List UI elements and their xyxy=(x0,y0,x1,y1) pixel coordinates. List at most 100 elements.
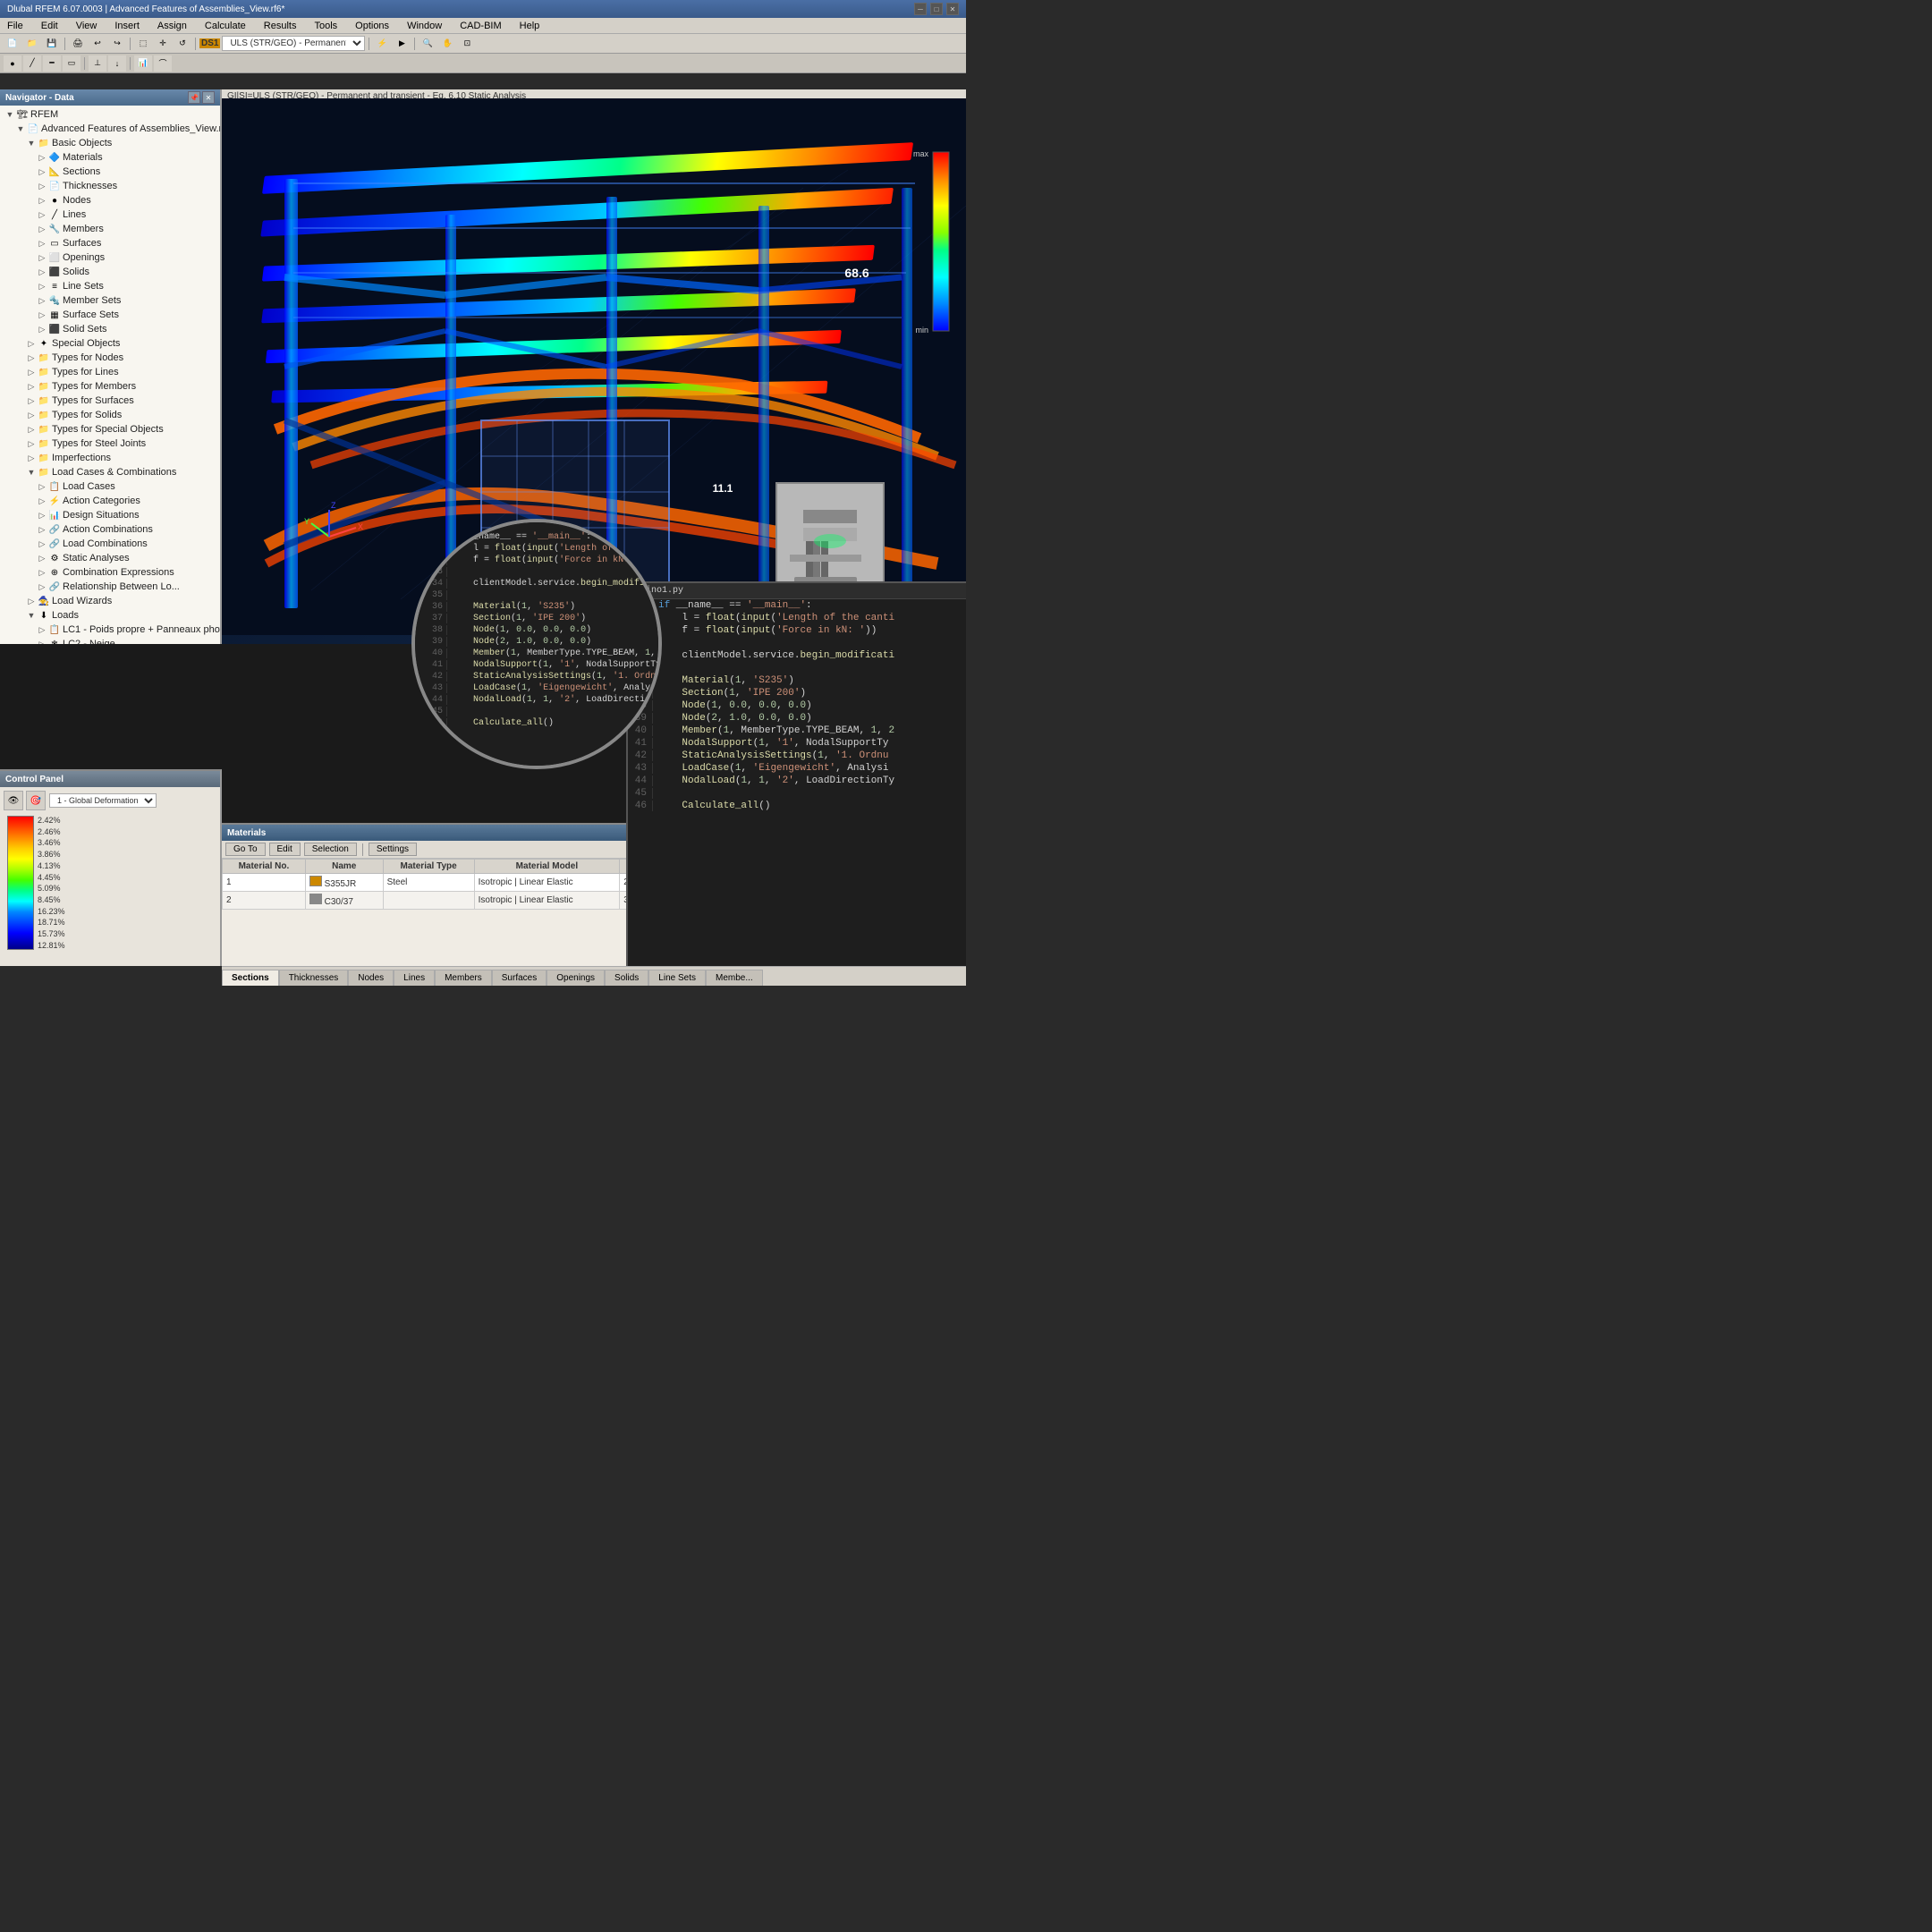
tree-static-anal[interactable]: ▷ ⚙ Static Analyses xyxy=(0,551,220,565)
select-btn[interactable]: ⬚ xyxy=(134,36,152,52)
toggle-lines[interactable]: ▷ xyxy=(36,208,48,221)
fit-btn[interactable]: ⊡ xyxy=(458,36,476,52)
menu-assign[interactable]: Assign xyxy=(154,19,191,33)
load-btn[interactable]: ↓ xyxy=(108,55,126,72)
tree-load-wizards[interactable]: ▷ 🧙 Load Wizards xyxy=(0,594,220,608)
tree-action-cat[interactable]: ▷ ⚡ Action Categories xyxy=(0,494,220,508)
open-btn[interactable]: 📁 xyxy=(23,36,41,52)
toggle-lc[interactable]: ▷ xyxy=(36,480,48,493)
run-btn[interactable]: ▶ xyxy=(393,36,411,52)
tree-solids[interactable]: ▷ ⬛ Solids xyxy=(0,265,220,279)
node-btn[interactable]: ● xyxy=(4,55,21,72)
toggle-basic[interactable]: ▼ xyxy=(25,137,38,149)
toggle-action-cat[interactable]: ▷ xyxy=(36,495,48,507)
toggle-load-cases[interactable]: ▼ xyxy=(25,466,38,479)
move-btn[interactable]: ✛ xyxy=(154,36,172,52)
undo-btn[interactable]: ↩ xyxy=(89,36,106,52)
toggle-rfem[interactable]: ▼ xyxy=(4,108,16,121)
toggle-line-sets[interactable]: ▷ xyxy=(36,280,48,292)
menu-view[interactable]: View xyxy=(72,19,101,33)
menu-window[interactable]: Window xyxy=(403,19,445,33)
tab-members[interactable]: Members xyxy=(435,970,492,986)
tree-basic-objects[interactable]: ▼ 📁 Basic Objects xyxy=(0,136,220,150)
toggle-surfaces[interactable]: ▷ xyxy=(36,237,48,250)
tree-lc1[interactable]: ▷ 📋 LC1 - Poids propre + Panneaux photo. xyxy=(0,623,220,637)
minimize-button[interactable]: ─ xyxy=(914,3,927,15)
calc-all-btn[interactable]: ⚡ xyxy=(373,36,391,52)
surface-btn[interactable]: ▭ xyxy=(63,55,80,72)
tree-types-solids[interactable]: ▷ 📁 Types for Solids xyxy=(0,408,220,422)
toggle-design-sit[interactable]: ▷ xyxy=(36,509,48,521)
tree-surfaces[interactable]: ▷ ▭ Surfaces xyxy=(0,236,220,250)
nav-close-btn[interactable]: ✕ xyxy=(202,91,215,104)
toggle-lc1[interactable]: ▷ xyxy=(36,623,48,636)
tree-types-surfaces[interactable]: ▷ 📁 Types for Surfaces xyxy=(0,394,220,408)
toggle-thicknesses[interactable]: ▷ xyxy=(36,180,48,192)
tree-member-sets[interactable]: ▷ 🔩 Member Sets xyxy=(0,293,220,308)
toggle-special[interactable]: ▷ xyxy=(25,337,38,350)
menu-insert[interactable]: Insert xyxy=(111,19,143,33)
toggle-materials[interactable]: ▷ xyxy=(36,151,48,164)
view-select[interactable]: 1 - Global Deformations xyxy=(49,793,157,808)
menu-options[interactable]: Options xyxy=(352,19,393,33)
tree-lines[interactable]: ▷ ╱ Lines xyxy=(0,208,220,222)
tree-file[interactable]: ▼ 📄 Advanced Features of Assemblies_View… xyxy=(0,122,220,136)
toggle-openings[interactable]: ▷ xyxy=(36,251,48,264)
save-btn[interactable]: 💾 xyxy=(43,36,61,52)
toggle-types-steel-joints[interactable]: ▷ xyxy=(25,437,38,450)
menu-tools[interactable]: Tools xyxy=(310,19,341,33)
view-eye-btn[interactable]: 👁 xyxy=(4,791,23,810)
toggle-comb-expr[interactable]: ▷ xyxy=(36,566,48,579)
tree-special-objects[interactable]: ▷ ✦ Special Objects xyxy=(0,336,220,351)
toggle-types-solids[interactable]: ▷ xyxy=(25,409,38,421)
tab-solids[interactable]: Solids xyxy=(605,970,648,986)
tree-lc2[interactable]: ▷ ❄ LC2 - Neige xyxy=(0,637,220,644)
zoom-btn[interactable]: 🔍 xyxy=(419,36,436,52)
view-3d-btn[interactable]: 🎯 xyxy=(26,791,46,810)
tree-types-special-obj[interactable]: ▷ 📁 Types for Special Objects xyxy=(0,422,220,436)
goto-btn[interactable]: Go To xyxy=(225,843,266,856)
tree-load-comb[interactable]: ▷ 🔗 Load Combinations xyxy=(0,537,220,551)
toggle-load-wizards[interactable]: ▷ xyxy=(25,595,38,607)
tab-members-more[interactable]: Membe... xyxy=(706,970,763,986)
tree-line-sets[interactable]: ▷ ≡ Line Sets xyxy=(0,279,220,293)
toggle-relationship[interactable]: ▷ xyxy=(36,580,48,593)
print-btn[interactable]: 🖨 xyxy=(69,36,87,52)
toggle-file[interactable]: ▼ xyxy=(14,123,27,135)
tree-types-steel-joints[interactable]: ▷ 📁 Types for Steel Joints xyxy=(0,436,220,451)
toggle-types-surfaces[interactable]: ▷ xyxy=(25,394,38,407)
toggle-types-members[interactable]: ▷ xyxy=(25,380,38,393)
tree-load-cases[interactable]: ▼ 📁 Load Cases & Combinations xyxy=(0,465,220,479)
tree-loads[interactable]: ▼ ⬇ Loads xyxy=(0,608,220,623)
tree-action-comb[interactable]: ▷ 🔗 Action Combinations xyxy=(0,522,220,537)
tree-sections[interactable]: ▷ 📐 Sections xyxy=(0,165,220,179)
tree-solid-sets[interactable]: ▷ ⬛ Solid Sets xyxy=(0,322,220,336)
tree-materials[interactable]: ▷ 🔷 Materials xyxy=(0,150,220,165)
tab-sections[interactable]: Sections xyxy=(222,970,279,986)
toggle-load-comb[interactable]: ▷ xyxy=(36,538,48,550)
member-btn[interactable]: ━ xyxy=(43,55,61,72)
redo-btn[interactable]: ↪ xyxy=(108,36,126,52)
tree-comb-expr[interactable]: ▷ ⊕ Combination Expressions xyxy=(0,565,220,580)
toggle-action-comb[interactable]: ▷ xyxy=(36,523,48,536)
deform-btn[interactable]: ⌒ xyxy=(154,55,172,72)
selection-btn[interactable]: Selection xyxy=(304,843,357,856)
code-content[interactable]: 30 if __name__ == '__main__': 31 l = flo… xyxy=(628,599,966,966)
toggle-types-nodes[interactable]: ▷ xyxy=(25,352,38,364)
tab-thicknesses[interactable]: Thicknesses xyxy=(279,970,349,986)
tree-openings[interactable]: ▷ ⬜ Openings xyxy=(0,250,220,265)
tree-members[interactable]: ▷ 🔧 Members xyxy=(0,222,220,236)
edit-btn[interactable]: Edit xyxy=(269,843,301,856)
tab-nodes[interactable]: Nodes xyxy=(348,970,394,986)
tab-lines[interactable]: Lines xyxy=(394,970,435,986)
tree-root-rfem[interactable]: ▼ 🏗 RFEM xyxy=(0,107,220,122)
toggle-types-special-obj[interactable]: ▷ xyxy=(25,423,38,436)
toggle-surface-sets[interactable]: ▷ xyxy=(36,309,48,321)
menu-cad-bim[interactable]: CAD-BIM xyxy=(456,19,504,33)
tree-types-lines[interactable]: ▷ 📁 Types for Lines xyxy=(0,365,220,379)
menu-help[interactable]: Help xyxy=(516,19,544,33)
maximize-button[interactable]: □ xyxy=(930,3,943,15)
tree-surface-sets[interactable]: ▷ ▦ Surface Sets xyxy=(0,308,220,322)
tree-types-nodes[interactable]: ▷ 📁 Types for Nodes xyxy=(0,351,220,365)
menu-results[interactable]: Results xyxy=(260,19,301,33)
